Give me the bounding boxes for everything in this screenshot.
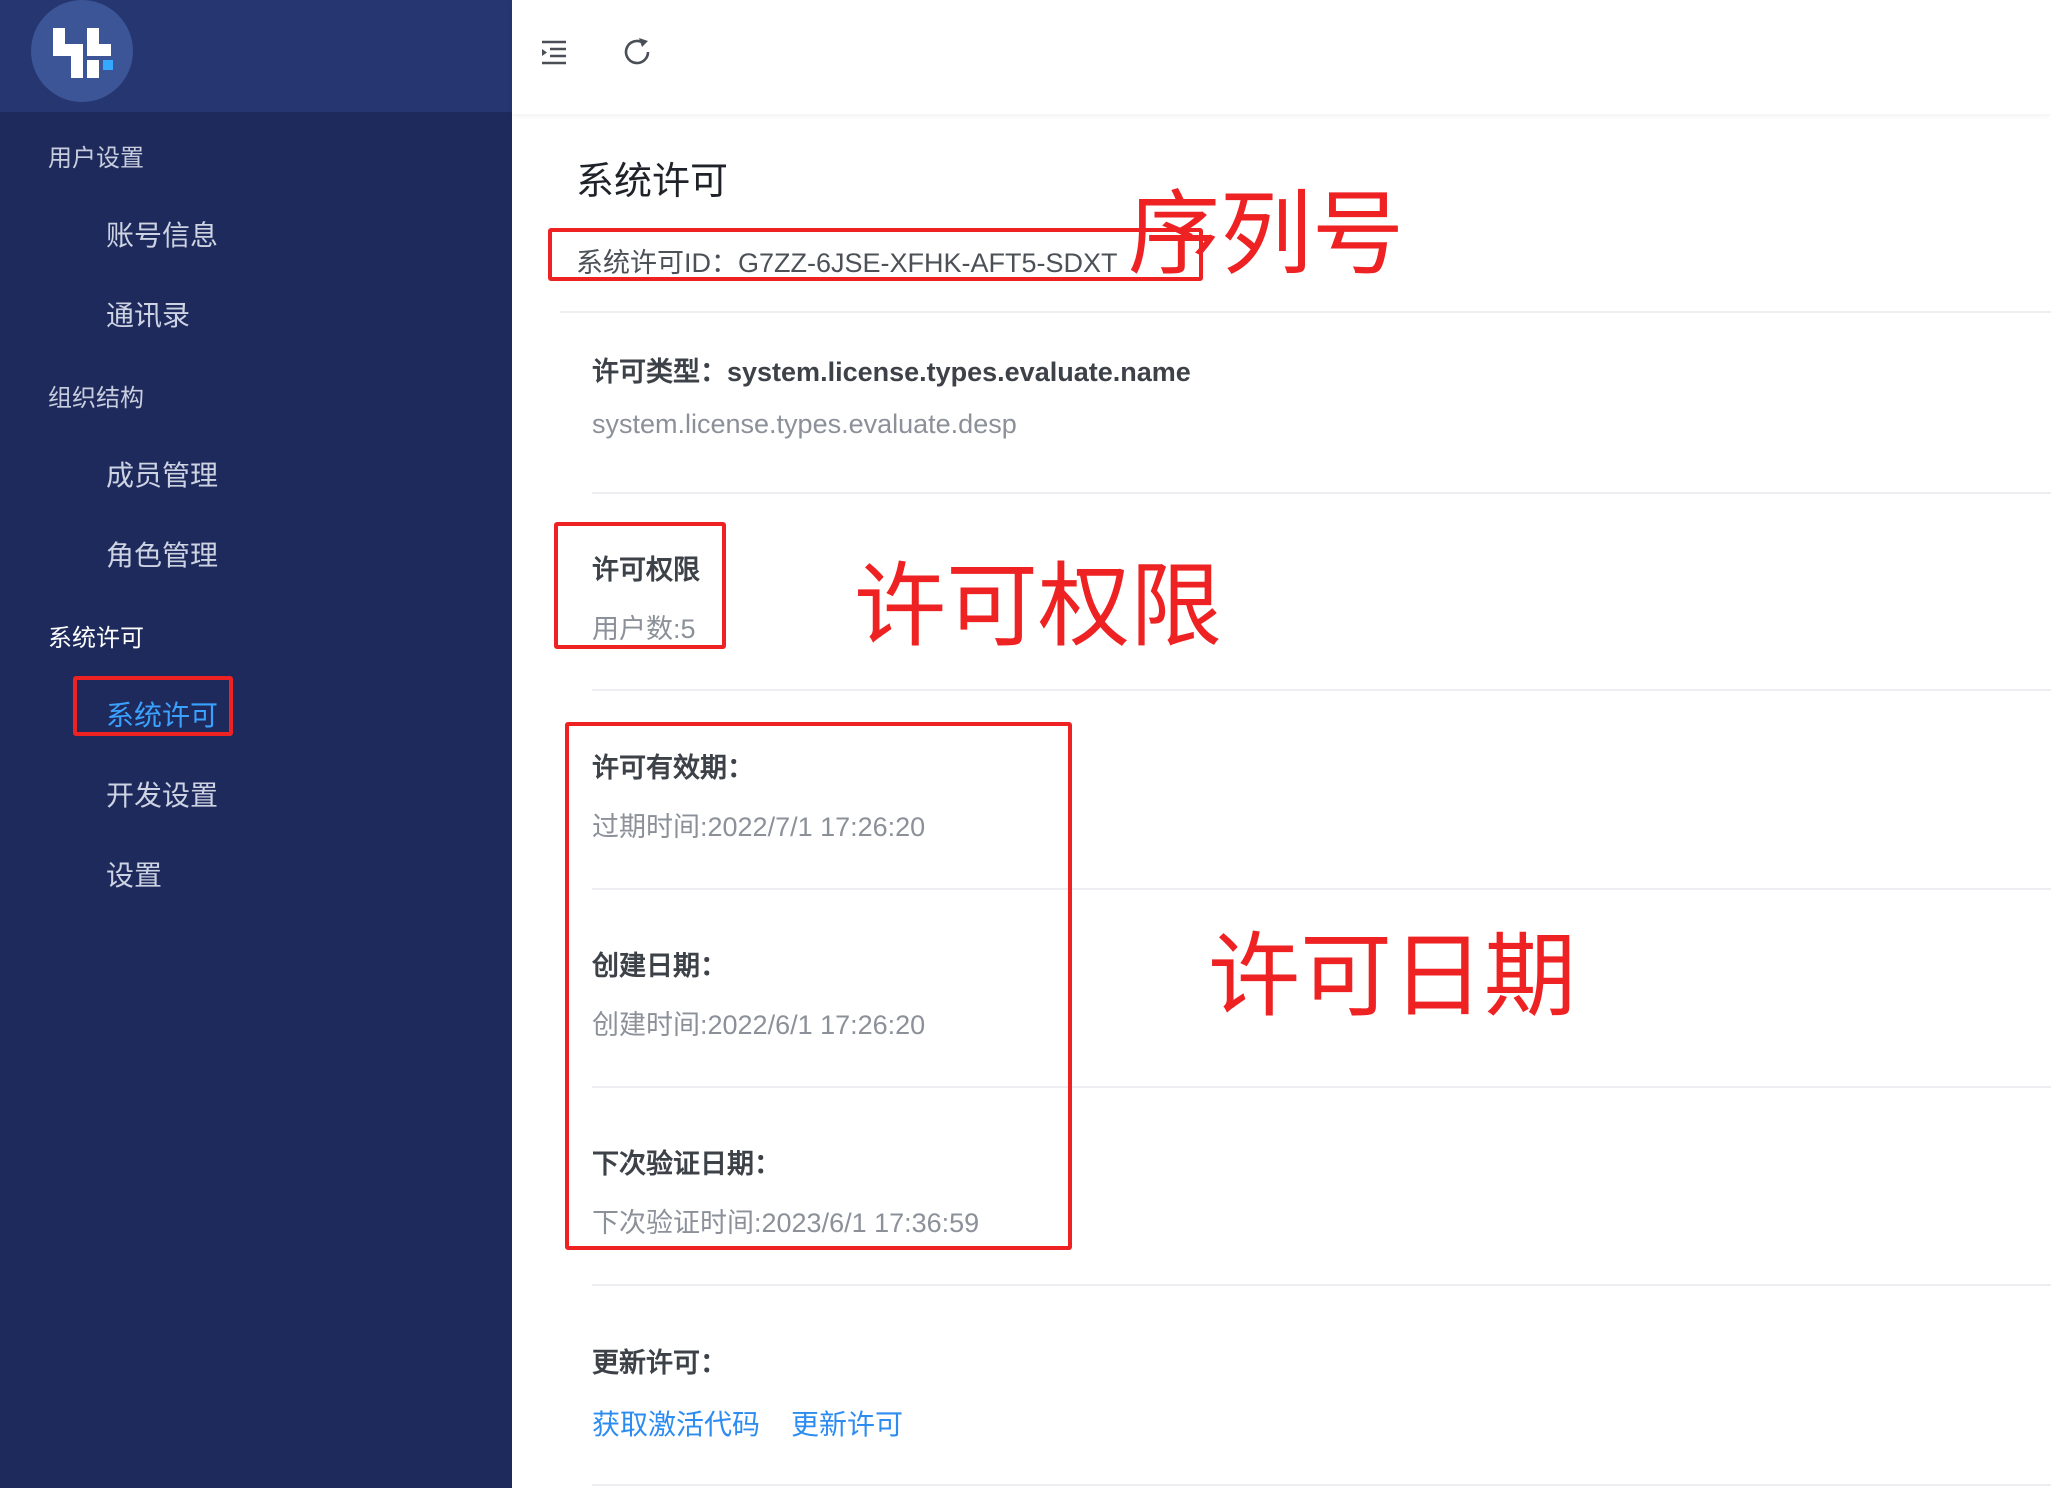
annotation-box-dates (565, 722, 1072, 1250)
divider (592, 492, 2051, 494)
divider (592, 1484, 2051, 1486)
license-type-label: 许可类型：system.license.types.evaluate.name (592, 357, 1191, 387)
menu-group-org-structure[interactable]: 组织结构 (48, 378, 144, 413)
menu-item-contacts[interactable]: 通讯录 (106, 294, 190, 334)
menu-group-user-settings[interactable]: 用户设置 (48, 138, 144, 173)
license-type-desc: system.license.types.evaluate.desp (592, 409, 1017, 439)
update-license-link[interactable]: 更新许可 (791, 1403, 903, 1443)
divider (592, 1284, 2051, 1286)
annotation-box-serial (548, 228, 1203, 281)
app-logo[interactable] (31, 0, 133, 102)
menu-item-dev-settings[interactable]: 开发设置 (106, 774, 218, 814)
annotation-dates: 许可日期 (1208, 923, 1577, 1030)
menu-item-member-management[interactable]: 成员管理 (106, 454, 218, 494)
refresh-icon[interactable] (617, 32, 657, 72)
get-activation-code-link[interactable]: 获取激活代码 (592, 1403, 760, 1443)
top-header (512, 0, 2051, 114)
menu-fold-icon[interactable] (534, 32, 574, 72)
logo-area (0, 0, 512, 112)
annotation-box-permission (554, 522, 726, 649)
menu-item-role-management[interactable]: 角色管理 (106, 534, 218, 574)
menu-item-settings[interactable]: 设置 (106, 854, 162, 894)
annotation-permission: 许可权限 (854, 553, 1223, 660)
update-license-label: 更新许可： (592, 1348, 727, 1378)
divider (560, 311, 2051, 313)
annotation-box-active-menu (73, 676, 233, 736)
page-title: 系统许可 (576, 161, 729, 203)
menu-item-account-info[interactable]: 账号信息 (106, 214, 218, 254)
divider (592, 689, 2051, 691)
annotation-serial-number: 序列号 (1128, 181, 1405, 288)
logo-icon (53, 28, 113, 78)
menu-group-system-license[interactable]: 系统许可 (48, 618, 144, 653)
sidebar: 用户设置 账号信息 通讯录 组织结构 成员管理 角色管理 系统许可 系统许可 开… (0, 0, 512, 1488)
